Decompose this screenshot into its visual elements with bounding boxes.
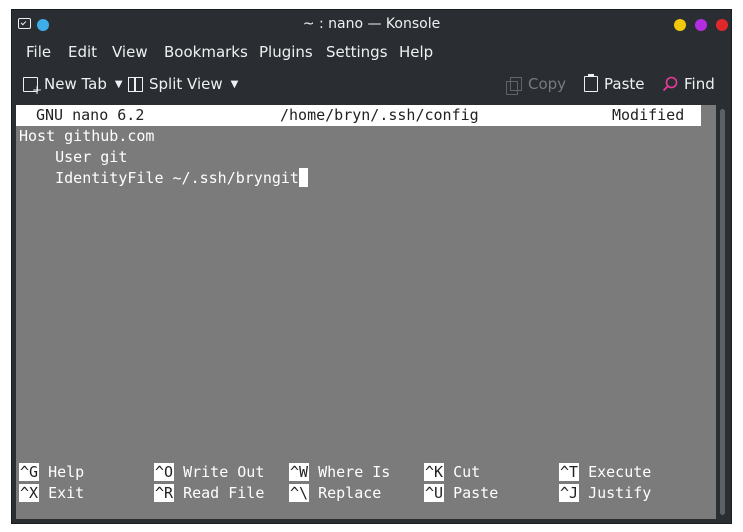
copy-label: Copy <box>528 75 567 93</box>
menu-bar: File Edit View Bookmarks Plugins Setting… <box>12 40 731 65</box>
split-view-button[interactable]: Split View ▼ <box>128 75 238 93</box>
nano-header-bar: GNU nano 6.2 /home/bryn/.ssh/config Modi… <box>16 105 701 126</box>
shortcut-where-is: ^W Where Is <box>289 463 391 481</box>
new-tab-button[interactable]: New Tab ▼ <box>23 75 123 97</box>
shortcut-write-out: ^O Write Out <box>154 463 265 481</box>
find-label: Find <box>684 75 715 93</box>
new-tab-label: New Tab <box>44 75 107 93</box>
editor-line[interactable]: IdentityFile ~/.ssh/bryngit <box>19 168 308 189</box>
shortcut-help: ^G Help <box>19 463 85 481</box>
close-button[interactable] <box>716 19 728 31</box>
shortcut-justify: ^J Justify <box>559 484 652 502</box>
scrollbar-track[interactable] <box>720 109 725 515</box>
menu-bookmarks[interactable]: Bookmarks <box>164 43 248 61</box>
nano-status: Modified <box>612 106 685 124</box>
menu-view[interactable]: View <box>112 43 148 61</box>
nano-version: GNU nano 6.2 <box>36 106 145 124</box>
menu-file[interactable]: File <box>26 43 51 61</box>
chevron-down-icon[interactable]: ▼ <box>115 79 123 90</box>
paste-icon <box>584 74 598 92</box>
split-view-icon <box>128 76 143 92</box>
menu-settings[interactable]: Settings <box>326 43 388 61</box>
menu-edit[interactable]: Edit <box>68 43 97 61</box>
paste-label: Paste <box>604 75 645 93</box>
window-title: ~ : nano — Konsole <box>302 16 441 32</box>
shortcut-paste: ^U Paste <box>424 484 499 502</box>
text-cursor <box>298 168 308 187</box>
copy-icon <box>506 77 522 95</box>
maximize-button[interactable] <box>695 19 707 31</box>
copy-button[interactable]: Copy <box>506 75 567 95</box>
new-tab-icon <box>23 76 42 97</box>
title-bar[interactable]: ~ : nano — Konsole <box>12 10 731 40</box>
find-button[interactable]: Find <box>662 75 715 93</box>
shortcut-replace: ^\ Replace <box>289 484 382 502</box>
toolbar: New Tab ▼ Split View ▼ Copy Paste Find <box>12 70 731 102</box>
terminal-scrollbar[interactable] <box>717 105 729 519</box>
shortcut-execute: ^T Execute <box>559 463 652 481</box>
editor-line[interactable]: User git <box>19 147 127 168</box>
chevron-down-icon[interactable]: ▼ <box>231 79 239 90</box>
split-view-label: Split View <box>149 75 223 93</box>
shortcut-exit: ^X Exit <box>19 484 85 502</box>
search-icon <box>662 76 678 92</box>
shortcut-read-file: ^R Read File <box>154 484 265 502</box>
shortcut-cut: ^K Cut <box>424 463 481 481</box>
minimize-button[interactable] <box>674 19 686 31</box>
editor-line-text: IdentityFile ~/.ssh/bryngit <box>19 169 299 187</box>
menu-plugins[interactable]: Plugins <box>259 43 313 61</box>
konsole-window: ~ : nano — Konsole File Edit View Bookma… <box>11 9 732 524</box>
menu-help[interactable]: Help <box>399 43 433 61</box>
terminal-area[interactable]: GNU nano 6.2 /home/bryn/.ssh/config Modi… <box>16 105 716 519</box>
paste-button[interactable]: Paste <box>584 74 645 93</box>
nano-file-path: /home/bryn/.ssh/config <box>280 106 479 124</box>
editor-line[interactable]: Host github.com <box>19 126 154 147</box>
